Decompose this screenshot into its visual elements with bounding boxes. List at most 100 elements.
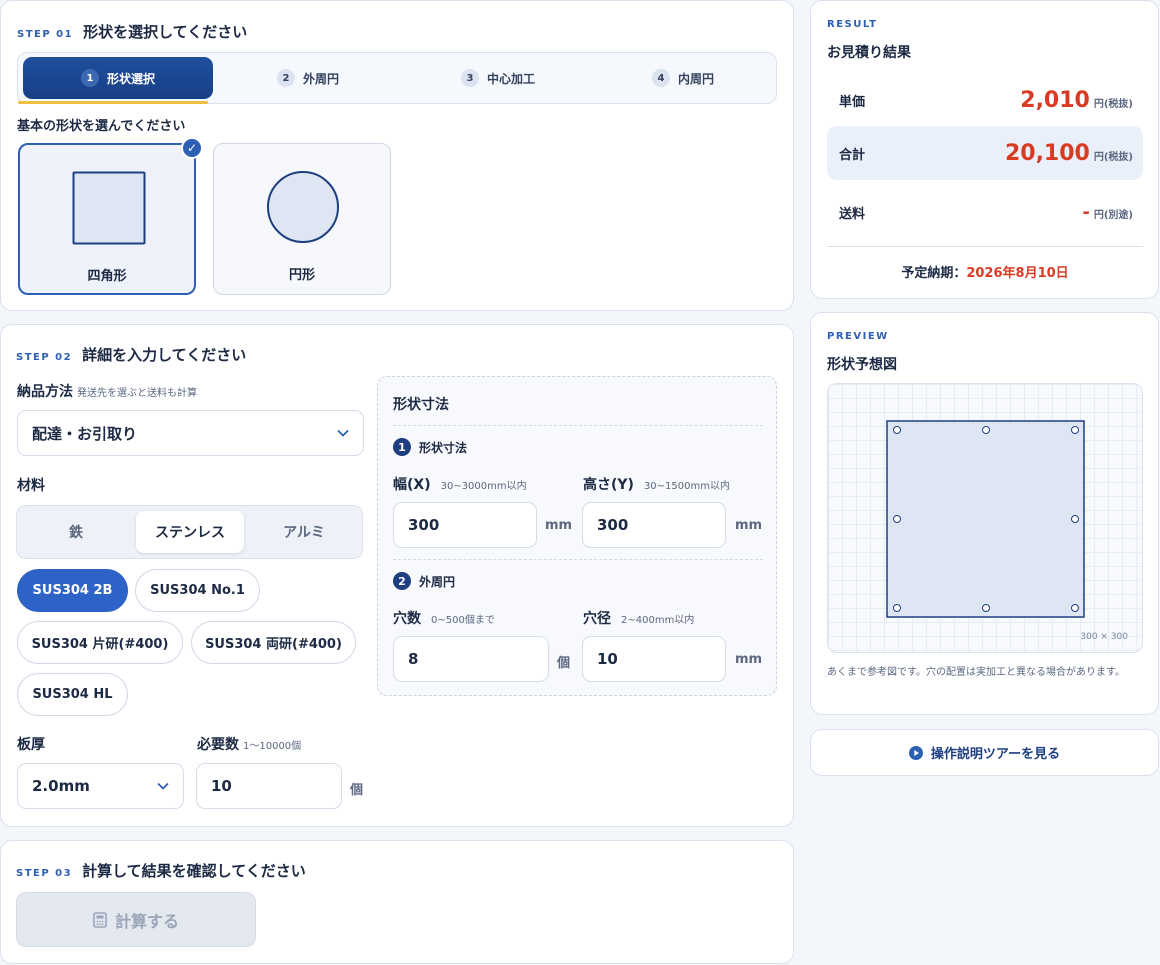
tab-inner-circle[interactable]: 4 内周円 [593, 57, 773, 99]
calculate-button[interactable]: 計算する [16, 892, 256, 947]
height-unit: mm [735, 518, 763, 533]
step-tabs: 1 形状選択 2 外周円 3 中心加工 4 内周円 [17, 52, 777, 104]
step3-header: STEP 03 計算して結果を確認してください [16, 860, 306, 881]
play-circle-icon [908, 745, 923, 760]
tab-number: 1 [80, 69, 99, 87]
unit-price-label: 単価 [839, 94, 866, 110]
grade-chip-sus304-double-polish[interactable]: SUS304 両研(#400) [191, 621, 356, 664]
quantity-hint: 1〜10000個 [243, 741, 302, 752]
selected-check-icon: ✓ [181, 137, 203, 159]
grade-chip-sus304-2b[interactable]: SUS304 2B [17, 569, 128, 612]
width-unit: mm [545, 518, 573, 533]
total-unit: 円(税抜) [1093, 151, 1133, 163]
preview-eyebrow: PREVIEW [827, 331, 889, 342]
unit-price-unit: 円(税抜) [1093, 98, 1133, 110]
unit-price-row: 単価 2,010 円(税抜) [827, 73, 1143, 127]
width-text: 幅(X) [393, 477, 431, 493]
section-number: 2 [393, 572, 411, 590]
quantity-text: 必要数 [197, 737, 239, 753]
shipping-label: 送料 [839, 206, 866, 222]
thickness-label: 板厚 [17, 737, 45, 753]
hole-marker [1071, 426, 1079, 434]
grade-chip-sus304-hl[interactable]: SUS304 HL [17, 673, 128, 716]
circle-shape-icon [267, 171, 339, 243]
chevron-down-icon [157, 782, 169, 790]
dimensions-title: 形状寸法 [393, 397, 449, 413]
delivery-method-label: 納品方法 発送先を選ぶと送料も計算 [17, 381, 197, 401]
tab-center-process[interactable]: 3 中心加工 [403, 57, 593, 99]
height-input[interactable]: 300 [582, 502, 726, 548]
tour-button[interactable]: 操作説明ツアーを見る [810, 729, 1159, 776]
step3-title: 計算して結果を確認してください [82, 862, 306, 880]
thickness-value: 2.0mm [32, 777, 90, 795]
holes-text: 穴数 [393, 611, 421, 627]
tab-number: 2 [276, 69, 295, 87]
step2-header: STEP 02 詳細を入力してください [16, 344, 246, 365]
shipping-row: 送料 - 円(別途) [827, 185, 1143, 239]
material-option-aluminum[interactable]: アルミ [250, 511, 358, 553]
square-shape-icon [72, 171, 146, 245]
quantity-unit: 個 [350, 783, 364, 798]
divider [393, 559, 763, 560]
tab-label: 中心加工 [486, 71, 535, 86]
shape-label: 円形 [288, 268, 315, 283]
quantity-input[interactable]: 10 [196, 763, 342, 809]
total-value: 20,100 [1004, 140, 1090, 166]
holes-input[interactable]: 8 [393, 636, 549, 682]
tab-number: 3 [460, 69, 479, 87]
section-title: 外周円 [419, 574, 456, 589]
divider [827, 246, 1143, 247]
hole-marker [982, 426, 990, 434]
tab-number: 4 [651, 69, 670, 87]
holes-label: 穴数 0~500個まで [393, 608, 495, 628]
holes-hint: 0~500個まで [431, 615, 495, 626]
quantity-label: 必要数 1〜10000個 [197, 734, 301, 754]
width-label: 幅(X) 30~3000mm以内 [393, 474, 527, 494]
shape-prompt: 基本の形状を選んでください [17, 119, 186, 134]
step3-number: STEP 03 [16, 868, 73, 879]
shipping-value: - [1082, 201, 1090, 223]
active-tab-underline [18, 101, 208, 104]
grade-chip-sus304-single-polish[interactable]: SUS304 片研(#400) [17, 621, 183, 664]
delivery-method-value: 配達・お引取り [32, 424, 138, 443]
hole-marker [893, 426, 901, 434]
preview-canvas: 300 × 300 [827, 383, 1143, 653]
tour-label: 操作説明ツアーを見る [930, 747, 1061, 762]
preview-title: 形状予想図 [827, 357, 897, 373]
holes-unit: 個 [557, 656, 571, 671]
step2-title: 詳細を入力してください [82, 346, 247, 364]
shape-label: 四角形 [87, 269, 127, 284]
material-option-iron[interactable]: 鉄 [22, 511, 130, 553]
hole-diameter-text: 穴径 [583, 611, 611, 627]
total-value-group: 20,100 円(税抜) [1005, 141, 1133, 166]
shape-preview-drawing [886, 420, 1085, 618]
delivery-method-hint: 発送先を選ぶと送料も計算 [77, 388, 197, 399]
width-input[interactable]: 300 [393, 502, 537, 548]
calculate-label: 計算する [114, 911, 179, 931]
height-hint: 30~1500mm以内 [643, 481, 730, 492]
height-label: 高さ(Y) 30~1500mm以内 [583, 474, 730, 494]
tab-outer-circle[interactable]: 2 外周円 [213, 57, 403, 99]
result-eyebrow: RESULT [827, 19, 878, 30]
hole-diameter-input[interactable]: 10 [582, 636, 726, 682]
hole-marker [982, 604, 990, 612]
material-option-stainless[interactable]: ステンレス [136, 511, 244, 553]
shipping-unit: 円(別途) [1093, 209, 1133, 221]
tab-label: 外周円 [302, 71, 339, 86]
grade-chip-sus304-no1[interactable]: SUS304 No.1 [135, 569, 260, 612]
step1-header: STEP 01 形状を選択してください [17, 21, 247, 42]
section-number: 1 [393, 438, 411, 456]
hole-diameter-hint: 2~400mm以内 [621, 615, 695, 626]
thickness-select[interactable]: 2.0mm [17, 763, 184, 809]
width-hint: 30~3000mm以内 [440, 481, 527, 492]
delivery-date-value: 2026年8月10日 [966, 266, 1069, 281]
chevron-down-icon [337, 429, 349, 437]
shape-option-square[interactable]: 四角形 [18, 143, 196, 295]
shape-option-circle[interactable]: 円形 [213, 143, 391, 295]
tab-shape-select[interactable]: 1 形状選択 [23, 57, 213, 99]
dimension-section-2: 2 外周円 [393, 572, 455, 590]
step1-number: STEP 01 [17, 29, 74, 40]
delivery-method-select[interactable]: 配達・お引取り [17, 410, 364, 456]
hole-marker [1071, 515, 1079, 523]
material-segmented-control: 鉄 ステンレス アルミ [16, 505, 363, 559]
